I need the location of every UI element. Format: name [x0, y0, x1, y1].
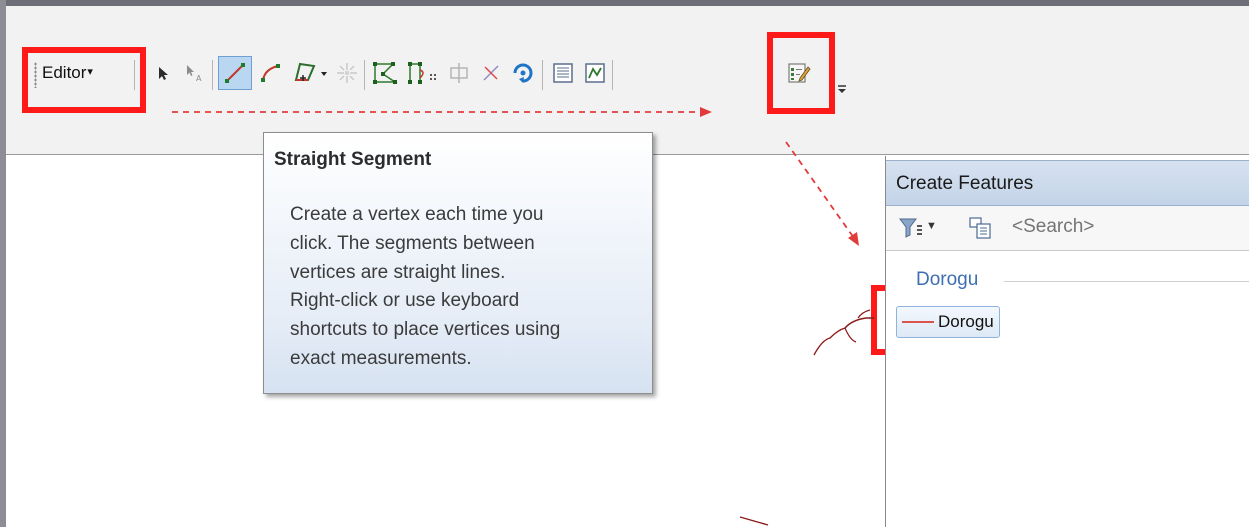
template-search-input[interactable]: [1012, 216, 1212, 238]
feature-template-dorogu[interactable]: Dorogu: [896, 306, 1000, 338]
create-features-panel: Create Features ▼ Dorogu Dorogu: [885, 156, 1249, 527]
panel-title: Create Features: [896, 173, 1034, 194]
panel-toolbar: ▼: [886, 206, 1249, 251]
tooltip-line: shortcuts to place vertices using: [290, 319, 561, 341]
tooltip-line: Create a vertex each time you: [290, 204, 544, 225]
tooltip-line: vertices are straight lines.: [290, 261, 506, 283]
chevron-down-icon[interactable]: ▼: [926, 220, 937, 232]
tooltip-line: click. The segments between: [290, 232, 535, 254]
tooltip-title: Straight Segment: [274, 149, 432, 170]
group-divider: [1004, 281, 1249, 282]
panel-header: Create Features: [886, 160, 1249, 206]
line-symbol-icon: [902, 321, 934, 323]
template-label: Dorogu: [938, 312, 994, 331]
template-filter-icon[interactable]: [898, 216, 924, 240]
tooltip: Straight Segment Create a vertex each ti…: [263, 132, 653, 394]
tooltip-line: Right-click or use keyboard: [290, 290, 520, 312]
tooltip-body: Create a vertex each time you click. The…: [290, 201, 640, 374]
organize-templates-icon[interactable]: [968, 216, 992, 240]
tooltip-line: exact measurements.: [290, 347, 472, 369]
template-group-label: Dorogu: [916, 269, 979, 290]
